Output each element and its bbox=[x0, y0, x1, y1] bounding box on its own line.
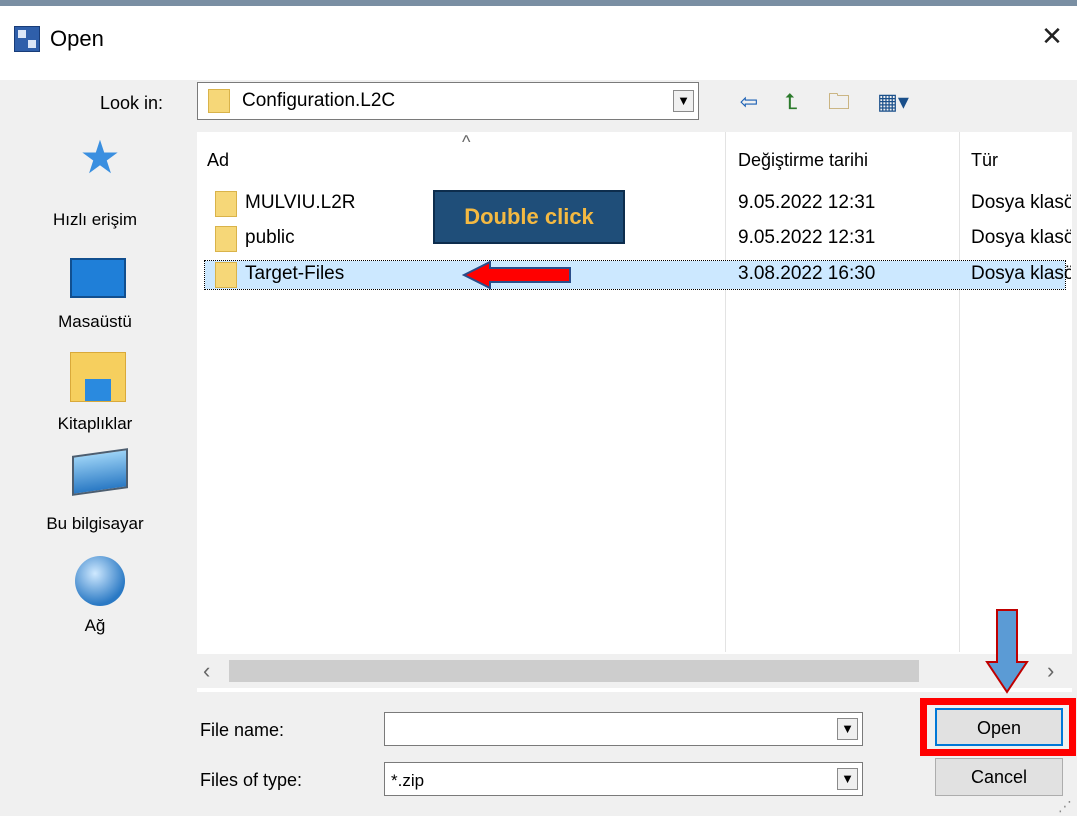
folder-icon bbox=[215, 262, 237, 288]
file-type: Dosya klasörü bbox=[971, 227, 1071, 248]
file-type: Dosya klasörü bbox=[971, 263, 1071, 284]
window-title: Open bbox=[50, 26, 104, 51]
file-date: 9.05.2022 12:31 bbox=[738, 227, 876, 248]
place-network[interactable]: Ağ bbox=[0, 556, 190, 646]
network-icon bbox=[75, 556, 125, 606]
close-icon[interactable]: ✕ bbox=[1036, 20, 1068, 52]
annotation-arrow-left-icon bbox=[462, 260, 571, 290]
place-label: Masaüstü bbox=[58, 312, 132, 331]
title-bar bbox=[0, 0, 1077, 80]
annotation-arrow-down-icon bbox=[985, 609, 1029, 694]
file-row[interactable]: MULVIU.L2R 9.05.2022 12:31 Dosya klasörü bbox=[205, 190, 1071, 218]
resize-grip-icon[interactable]: ⋰ bbox=[1058, 798, 1072, 815]
folder-icon bbox=[215, 226, 237, 252]
place-quick-access[interactable]: ★ Hızlı erişim bbox=[0, 132, 190, 237]
filetype-value: *.zip bbox=[391, 771, 425, 790]
desktop-icon bbox=[70, 258, 126, 298]
chevron-down-icon[interactable]: ▼ bbox=[837, 768, 858, 790]
chevron-down-icon[interactable]: ▼ bbox=[673, 90, 694, 112]
places-bar: ★ Hızlı erişim Masaüstü Kitaplıklar Bu b… bbox=[0, 132, 190, 652]
scroll-right-icon[interactable]: › bbox=[1047, 658, 1054, 684]
file-type: Dosya klasörü bbox=[971, 192, 1071, 213]
window-border bbox=[0, 0, 1077, 6]
back-icon[interactable]: ⇦ bbox=[734, 88, 764, 116]
up-folder-icon[interactable]: ⮤ bbox=[777, 88, 805, 116]
column-header-date[interactable]: Değiştirme tarihi bbox=[738, 150, 868, 171]
horizontal-scrollbar[interactable]: ‹ › bbox=[197, 654, 1072, 688]
folder-icon bbox=[208, 89, 230, 113]
place-label: Kitaplıklar bbox=[57, 414, 133, 433]
place-desktop[interactable]: Masaüstü bbox=[0, 258, 190, 348]
app-icon bbox=[14, 26, 40, 52]
lookin-label: Look in: bbox=[100, 93, 164, 113]
open-button[interactable]: Open bbox=[935, 708, 1063, 746]
file-row-selected[interactable]: Target-Files 3.08.2022 16:30 Dosya klasö… bbox=[204, 260, 1071, 290]
place-this-pc[interactable]: Bu bilgisayar bbox=[0, 448, 190, 542]
filetype-select[interactable]: *.zip ▼ bbox=[384, 762, 863, 796]
file-name: MULVIU.L2R bbox=[245, 192, 356, 213]
sort-caret-icon: ^ bbox=[462, 132, 471, 152]
chevron-down-icon[interactable]: ▼ bbox=[837, 718, 858, 740]
place-label: Ağ bbox=[84, 616, 106, 635]
cancel-button[interactable]: Cancel bbox=[935, 758, 1063, 796]
this-pc-icon bbox=[72, 448, 128, 496]
place-libraries[interactable]: Kitaplıklar bbox=[0, 352, 190, 442]
filetype-label: Files of type: bbox=[200, 770, 303, 790]
views-menu-icon[interactable]: ▦▾ bbox=[865, 88, 921, 116]
file-date: 9.05.2022 12:31 bbox=[738, 192, 876, 213]
lookin-combobox[interactable]: Configuration.L2C ▼ bbox=[197, 82, 699, 120]
place-label: Bu bilgisayar bbox=[46, 514, 144, 533]
annotation-hint: Double click bbox=[433, 190, 625, 244]
new-folder-icon[interactable]: 🗀 bbox=[822, 88, 856, 116]
file-date: 3.08.2022 16:30 bbox=[738, 263, 876, 284]
column-header-type[interactable]: Tür bbox=[971, 150, 998, 171]
quick-access-star-icon: ★ bbox=[79, 131, 121, 183]
filename-label: File name: bbox=[200, 720, 285, 740]
libraries-icon bbox=[70, 352, 126, 402]
place-label: Hızlı erişim bbox=[52, 210, 138, 229]
file-name: public bbox=[245, 227, 295, 248]
folder-icon bbox=[215, 191, 237, 217]
file-row[interactable]: public 9.05.2022 12:31 Dosya klasörü bbox=[205, 225, 1071, 253]
file-list[interactable]: ^ Ad Değiştirme tarihi Tür MULVIU.L2R 9.… bbox=[197, 132, 1072, 692]
file-name: Target-Files bbox=[245, 263, 345, 284]
filename-input[interactable]: ▼ bbox=[384, 712, 863, 746]
scrollbar-thumb[interactable] bbox=[229, 660, 919, 682]
scroll-left-icon[interactable]: ‹ bbox=[203, 658, 210, 684]
column-header-name[interactable]: Ad bbox=[207, 150, 229, 171]
lookin-value: Configuration.L2C bbox=[242, 90, 396, 111]
